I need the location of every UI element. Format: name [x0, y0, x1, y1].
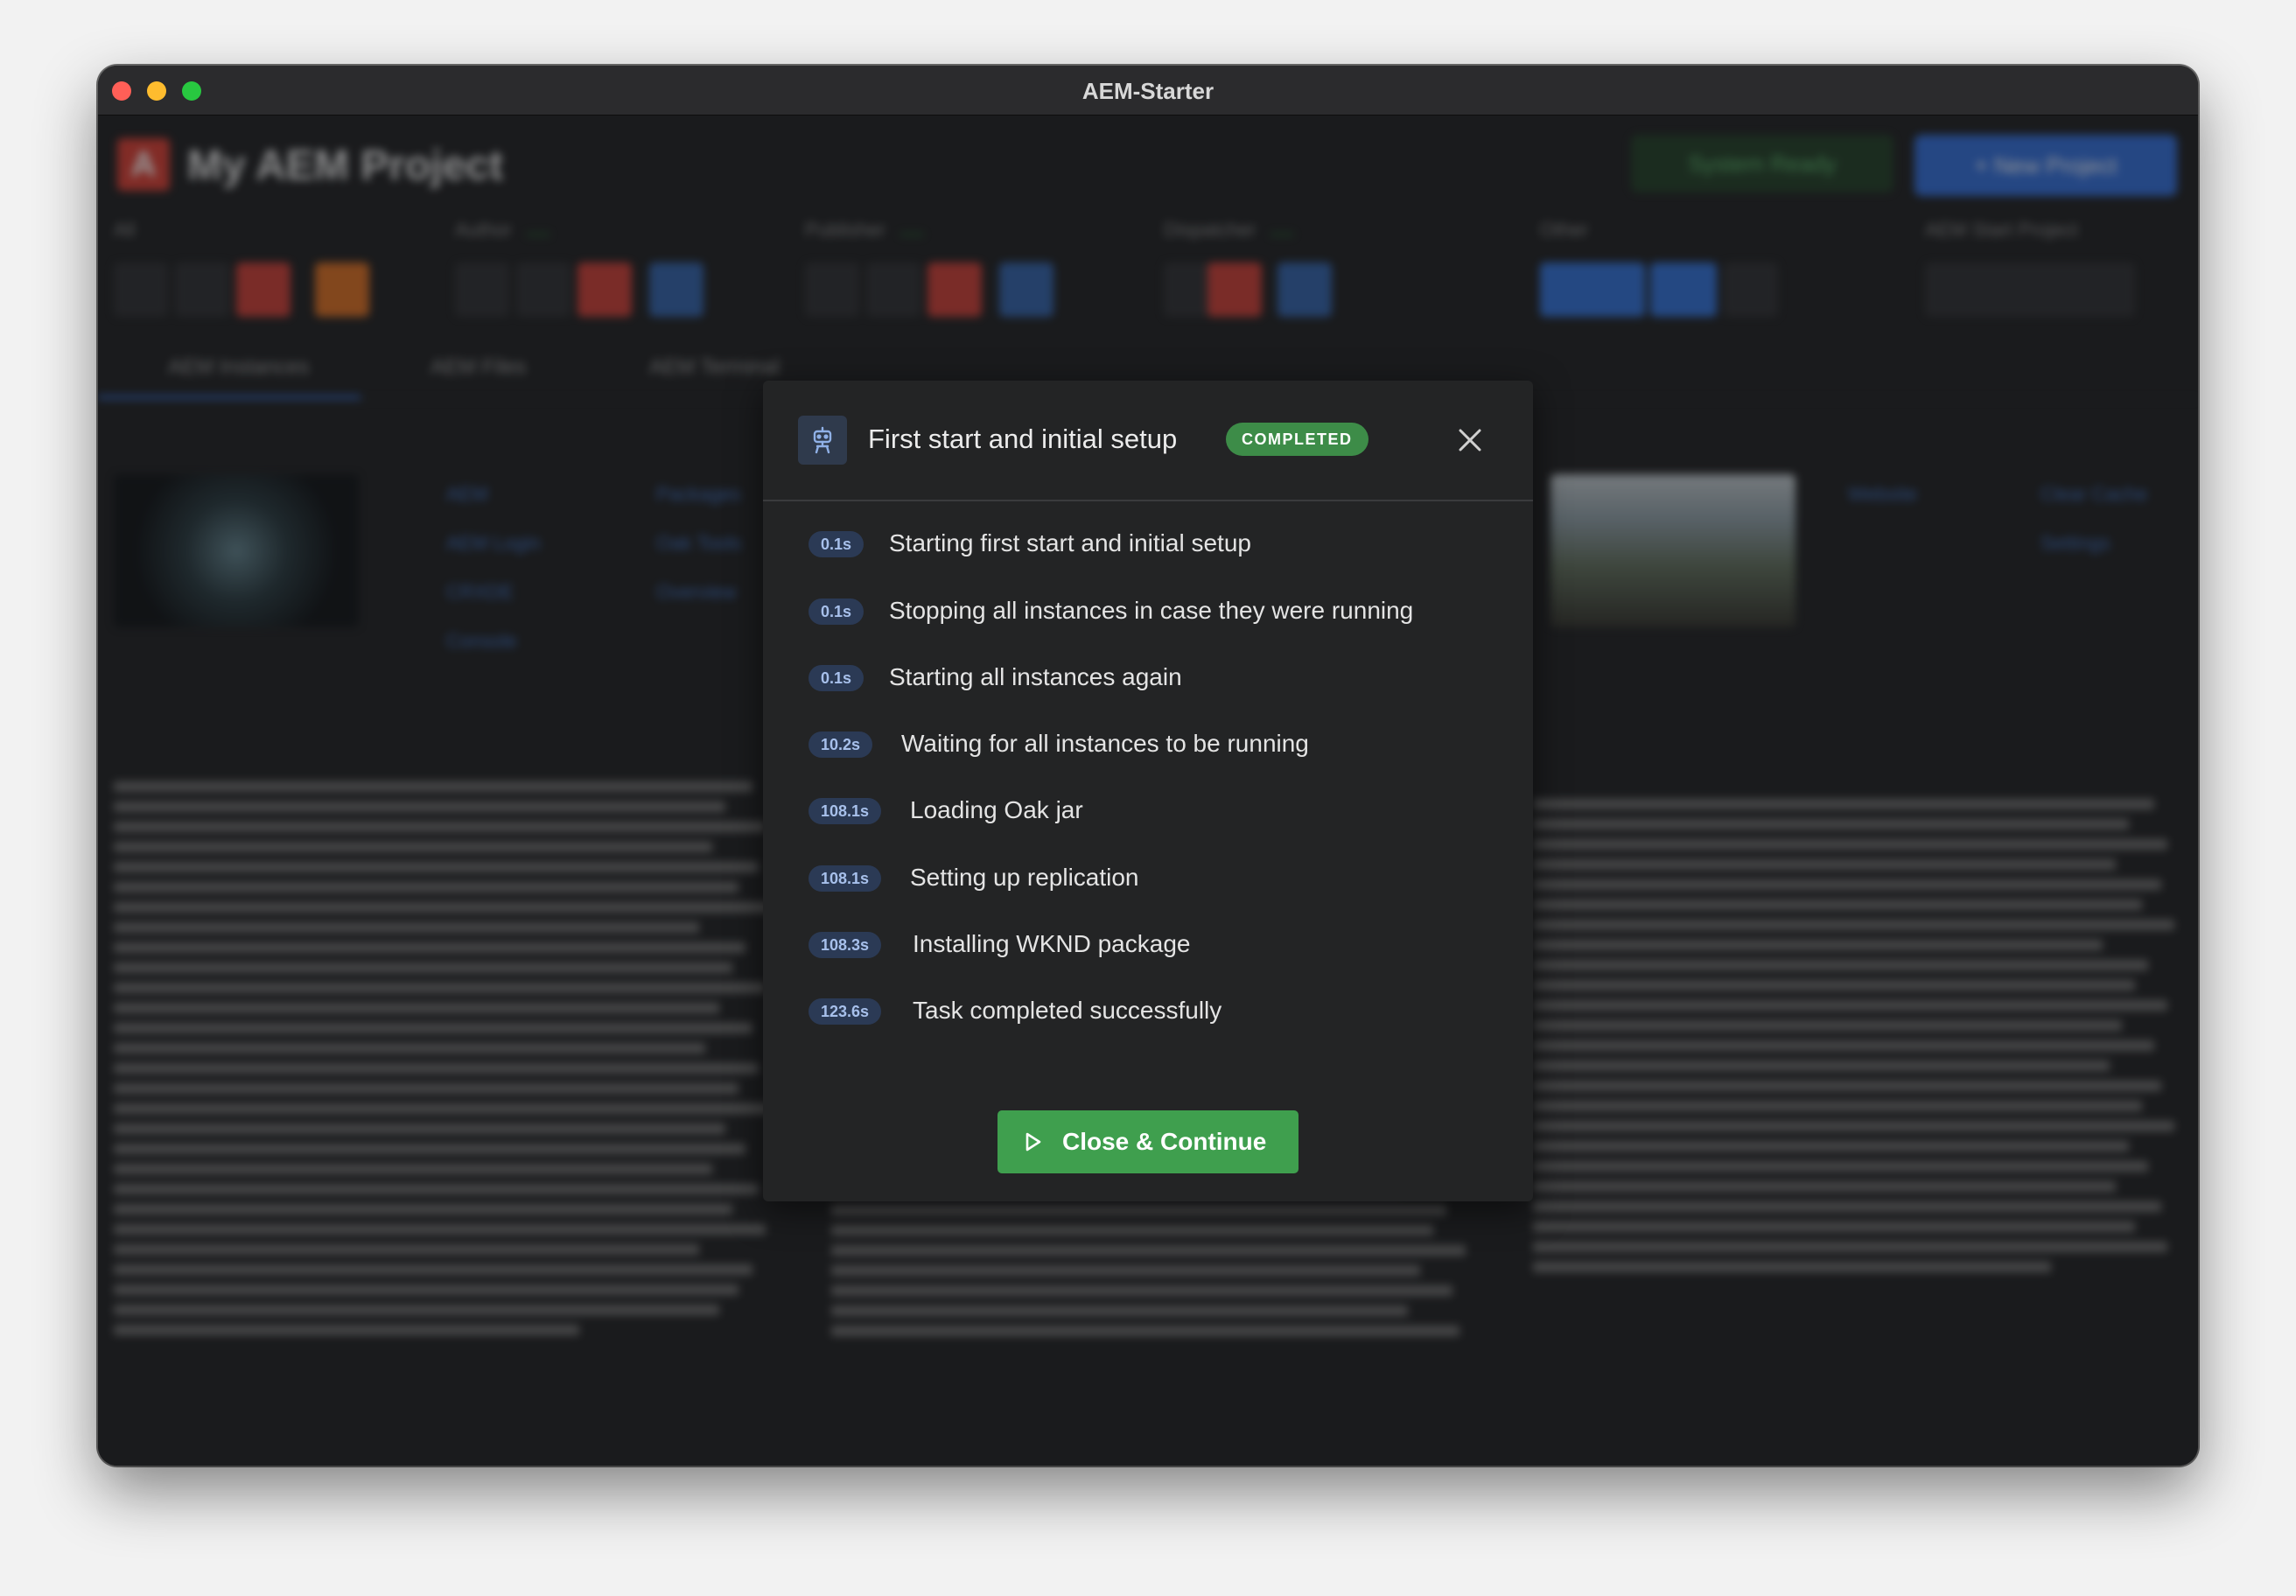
tab-aem-files[interactable]: AEM Files	[430, 355, 526, 380]
play-icon	[1026, 1132, 1041, 1152]
kill-button[interactable]	[315, 262, 369, 317]
status-badge: COMPLETED	[1226, 423, 1368, 456]
instance-groups: All Author Publisher Dispatcher Other AE…	[114, 219, 2182, 324]
group-label: AEM Start Project	[1925, 219, 2078, 241]
link[interactable]: Overview	[656, 581, 737, 604]
step-time-badge: 10.2s	[808, 732, 873, 758]
group-button[interactable]	[516, 262, 570, 317]
dialog-header: First start and initial setup COMPLETED	[763, 381, 1533, 501]
app-logo: A	[117, 138, 170, 191]
group-button[interactable]	[455, 262, 509, 317]
project-title: My AEM Project	[187, 143, 503, 189]
step-time-badge: 0.1s	[808, 531, 864, 557]
open-button[interactable]	[1278, 262, 1332, 317]
author-panel: AEM AEM Login CRXDE Console Packages Oak…	[114, 404, 796, 1454]
group-label: Author	[455, 219, 770, 242]
close-icon	[1459, 429, 1481, 452]
group-button[interactable]	[866, 262, 920, 317]
tab-aem-terminal[interactable]: AEM Terminal	[649, 355, 780, 380]
group-label: Publisher	[805, 219, 1120, 242]
close-dialog-button[interactable]	[1452, 423, 1488, 458]
step-text: Task completed successfully	[913, 997, 1222, 1024]
author-thumbnail	[114, 474, 359, 627]
dispatcher-thumbnail	[1550, 474, 1796, 627]
setup-dialog: First start and initial setup COMPLETED …	[763, 381, 1533, 1201]
dispatcher-log	[1533, 789, 2180, 1282]
group-all: All	[114, 219, 411, 324]
link[interactable]: AEM Login	[446, 532, 541, 555]
other-button[interactable]	[1540, 262, 1645, 317]
step-time-badge: 123.6s	[808, 998, 882, 1025]
group-label: Dispatcher	[1164, 219, 1461, 242]
group-label: All	[114, 219, 136, 241]
group-button[interactable]	[114, 262, 168, 317]
group-start-project: AEM Start Project	[1925, 219, 2188, 324]
stop-button[interactable]	[236, 262, 290, 317]
window-title: AEM-Starter	[1082, 78, 1214, 104]
stop-button[interactable]	[928, 262, 982, 317]
step-text: Setting up replication	[910, 864, 1139, 891]
group-dispatcher: Dispatcher	[1164, 219, 1461, 324]
step-text: Waiting for all instances to be running	[901, 730, 1309, 757]
link[interactable]: Oak Tools	[656, 532, 741, 555]
tab-aem-instances[interactable]: AEM Instances	[168, 355, 309, 380]
link[interactable]: Clear Cache	[2040, 483, 2147, 506]
system-status-button[interactable]: System Ready	[1631, 135, 1894, 192]
step-time-badge: 108.1s	[808, 865, 882, 892]
stop-button[interactable]	[578, 262, 632, 317]
step-text: Starting first start and initial setup	[889, 529, 1251, 556]
group-button[interactable]	[175, 262, 229, 317]
group-button[interactable]	[805, 262, 859, 317]
link[interactable]: Console	[446, 630, 517, 653]
step-time-badge: 108.1s	[808, 798, 882, 824]
step-text: Installing WKND package	[913, 930, 1191, 957]
step-text: Starting all instances again	[889, 663, 1182, 690]
robot-icon	[798, 416, 847, 465]
open-button[interactable]	[999, 262, 1054, 317]
link[interactable]: Packages	[656, 483, 741, 506]
dialog-title: First start and initial setup	[868, 424, 1178, 454]
step-time-badge: 108.3s	[808, 932, 882, 958]
step-text: Loading Oak jar	[910, 796, 1083, 823]
group-label: Other	[1540, 219, 1589, 241]
step-text: Stopping all instances in case they were…	[889, 597, 1414, 624]
group-publisher: Publisher	[805, 219, 1120, 324]
author-log	[114, 772, 779, 1345]
open-button[interactable]	[649, 262, 704, 317]
close-continue-button[interactable]: Close & Continue	[998, 1110, 1298, 1173]
link[interactable]: AEM	[446, 483, 488, 506]
title-bar: AEM-Starter	[98, 66, 2198, 116]
dispatcher-panel: Website Clear Cache Settings	[1516, 404, 2198, 1454]
link[interactable]: CRXDE	[446, 581, 514, 604]
group-other: Other	[1540, 219, 1838, 324]
group-button[interactable]	[1925, 262, 2135, 317]
group-author: Author	[455, 219, 770, 324]
new-project-button[interactable]: + New Project	[1914, 135, 2177, 196]
stop-button[interactable]	[1208, 262, 1262, 317]
step-time-badge: 0.1s	[808, 598, 864, 625]
group-button[interactable]	[1724, 262, 1778, 317]
link[interactable]: Website	[1848, 483, 1917, 506]
step-time-badge: 0.1s	[808, 665, 864, 691]
active-tab-indicator	[98, 396, 360, 399]
continue-label: Close & Continue	[1062, 1128, 1267, 1155]
link[interactable]: Settings	[2040, 532, 2110, 555]
other-button[interactable]	[1650, 262, 1717, 317]
